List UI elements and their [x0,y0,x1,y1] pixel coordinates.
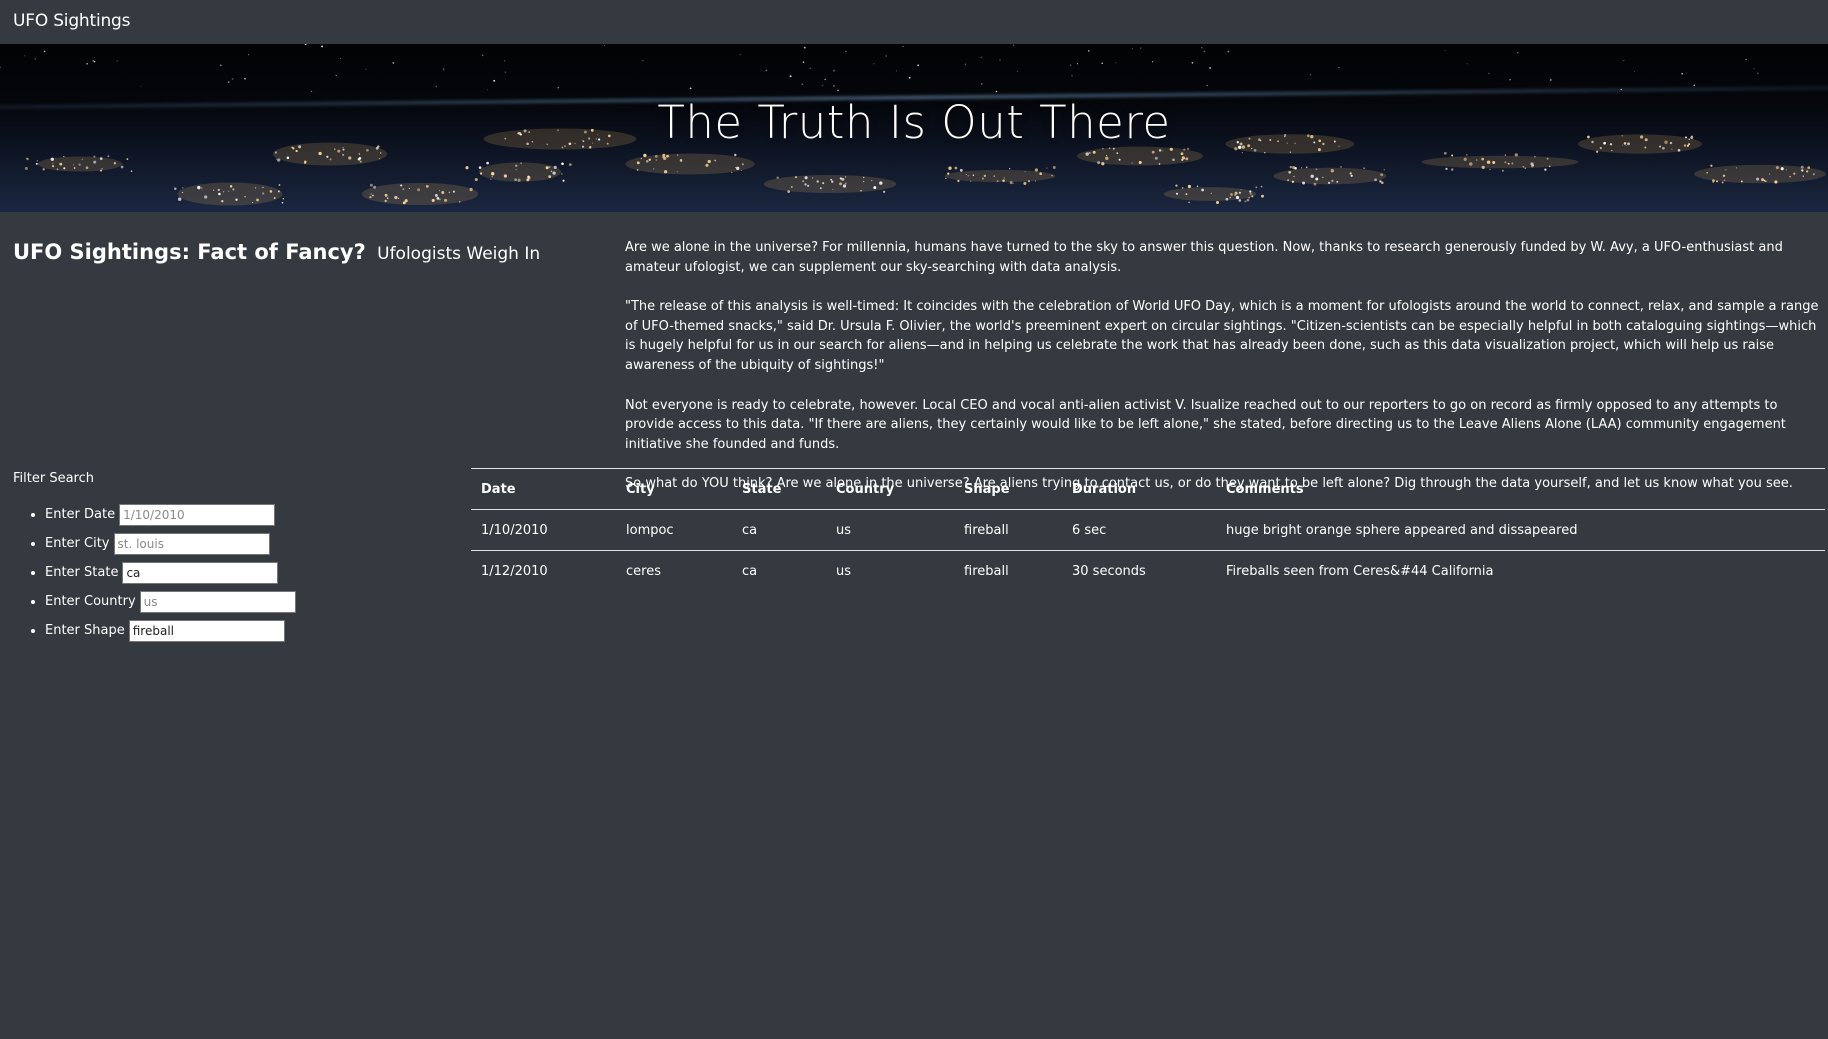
article-paragraph: Not everyone is ready to celebrate, howe… [625,397,1786,452]
city-filter-label: Enter City [45,536,110,551]
hero-banner: The Truth Is Out There [0,44,1828,212]
cell-date: 1/12/2010 [471,550,616,591]
filter-item-date: Enter Date [45,500,296,529]
date-filter-label: Enter Date [45,507,116,522]
hero-title: The Truth Is Out There [657,96,1171,149]
cell-shape: fireball [954,550,1062,591]
filter-item-shape: Enter Shape [45,616,296,645]
navbar-brand-link[interactable]: UFO Sightings [13,11,130,31]
table-body: 1/10/2010 lompoc ca us fireball 6 sec hu… [471,509,1825,591]
cell-duration: 30 seconds [1062,550,1216,591]
filter-list: Enter Date Enter City Enter State Enter … [13,500,296,645]
column-header-state: State [732,468,826,510]
table-header-row: Date City State Country Shape Duration C… [471,468,1825,510]
filter-search-title: Filter Search [13,471,94,486]
country-filter-label: Enter Country [45,594,136,609]
cell-comments: huge bright orange sphere appeared and d… [1216,509,1825,551]
cell-date: 1/10/2010 [471,509,616,551]
shape-filter-input[interactable] [128,619,285,642]
state-filter-label: Enter State [45,565,119,580]
navbar: UFO Sightings [0,0,1828,44]
column-header-shape: Shape [954,468,1062,510]
filter-item-state: Enter State [45,558,296,587]
cell-state: ca [732,550,826,591]
shape-filter-label: Enter Shape [45,623,125,638]
cell-comments: Fireballs seen from Ceres&#44 California [1216,550,1825,591]
cell-shape: fireball [954,509,1062,551]
cell-city: lompoc [616,509,732,551]
cell-country: us [826,509,954,551]
sightings-table-container: Date City State Country Shape Duration C… [471,468,1825,591]
table-row: 1/12/2010 ceres ca us fireball 30 second… [471,550,1825,591]
article-paragraph: "The release of this analysis is well-ti… [625,299,1819,373]
cell-duration: 6 sec [1062,509,1216,551]
column-header-date: Date [471,468,616,510]
column-header-duration: Duration [1062,468,1216,510]
column-header-city: City [616,468,732,510]
filter-item-city: Enter City [45,529,296,558]
cell-state: ca [732,509,826,551]
article-headline-text: UFO Sightings: Fact of Fancy? [13,240,366,264]
table-header: Date City State Country Shape Duration C… [471,468,1825,510]
cell-country: us [826,550,954,591]
cell-city: ceres [616,550,732,591]
state-filter-input[interactable] [122,561,279,584]
column-header-country: Country [826,468,954,510]
table-row: 1/10/2010 lompoc ca us fireball 6 sec hu… [471,509,1825,551]
article-headline: UFO Sightings: Fact of Fancy? Ufologists… [13,240,540,264]
sightings-table: Date City State Country Shape Duration C… [471,468,1825,591]
filter-item-country: Enter Country [45,587,296,616]
country-filter-input[interactable] [139,590,296,613]
city-filter-input[interactable] [113,532,270,555]
date-filter-input[interactable] [119,503,276,526]
column-header-comments: Comments [1216,468,1825,510]
article-subheadline: Ufologists Weigh In [377,244,541,264]
article-paragraph: Are we alone in the universe? For millen… [625,240,1783,275]
